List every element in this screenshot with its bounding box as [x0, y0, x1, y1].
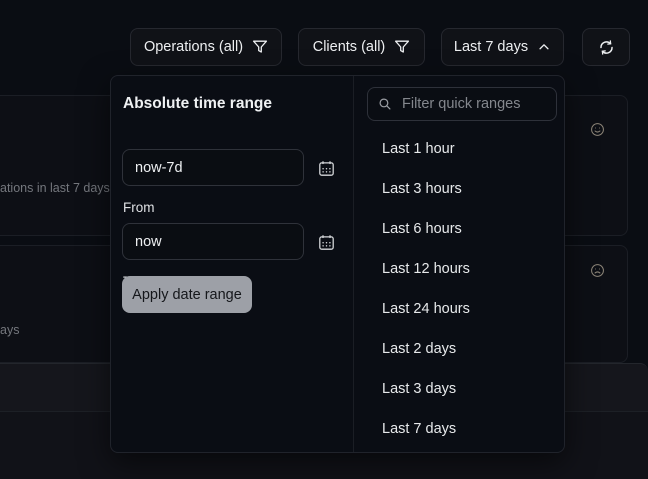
operations-filter-button[interactable]: Operations (all): [130, 28, 282, 66]
refresh-button[interactable]: [582, 28, 630, 66]
quick-range-item-last-12-hours[interactable]: Last 12 hours: [354, 249, 566, 289]
chevron-up-icon: [537, 40, 551, 54]
apply-date-range-button[interactable]: Apply date range: [122, 276, 252, 313]
absolute-time-range-title: Absolute time range: [123, 95, 272, 113]
quick-range-item-last-3-hours[interactable]: Last 3 hours: [354, 169, 566, 209]
time-range-button[interactable]: Last 7 days: [441, 28, 564, 66]
to-calendar-button[interactable]: [317, 234, 335, 252]
quick-range-item-last-2-days[interactable]: Last 2 days: [354, 329, 566, 369]
search-icon: [378, 97, 392, 111]
operations-filter-label: Operations (all): [144, 39, 243, 55]
time-picker-popup: Absolute time range From To: [110, 75, 565, 453]
calendar-icon: [318, 234, 335, 251]
filter-funnel-icon: [252, 39, 268, 55]
quick-ranges-pane: Last 1 hour Last 3 hours Last 6 hours La…: [354, 76, 566, 452]
quick-ranges-search[interactable]: [367, 87, 557, 121]
panel-subtitle-clipped: ations in last 7 days: [0, 181, 110, 195]
quick-range-item-last-7-days[interactable]: Last 7 days: [354, 409, 566, 449]
smiley-face-icon: [590, 122, 605, 137]
clients-filter-label: Clients (all): [313, 39, 386, 55]
from-input[interactable]: [122, 149, 304, 186]
time-range-label: Last 7 days: [454, 39, 528, 55]
from-label: From: [123, 200, 155, 215]
quick-range-item-last-3-days[interactable]: Last 3 days: [354, 369, 566, 409]
quick-range-item-last-1-hour[interactable]: Last 1 hour: [354, 129, 566, 169]
refresh-icon: [598, 39, 615, 56]
filter-funnel-icon: [394, 39, 410, 55]
from-calendar-button[interactable]: [317, 160, 335, 178]
filter-quick-ranges-input[interactable]: [400, 95, 546, 113]
frown-face-icon: [590, 263, 605, 278]
quick-range-item-last-6-hours[interactable]: Last 6 hours: [354, 209, 566, 249]
quick-range-item-last-24-hours[interactable]: Last 24 hours: [354, 289, 566, 329]
to-input[interactable]: [122, 223, 304, 260]
quick-ranges-list: Last 1 hour Last 3 hours Last 6 hours La…: [354, 129, 566, 449]
clients-filter-button[interactable]: Clients (all): [298, 28, 425, 66]
panel-subtitle-clipped: ays: [0, 323, 19, 337]
calendar-icon: [318, 160, 335, 177]
